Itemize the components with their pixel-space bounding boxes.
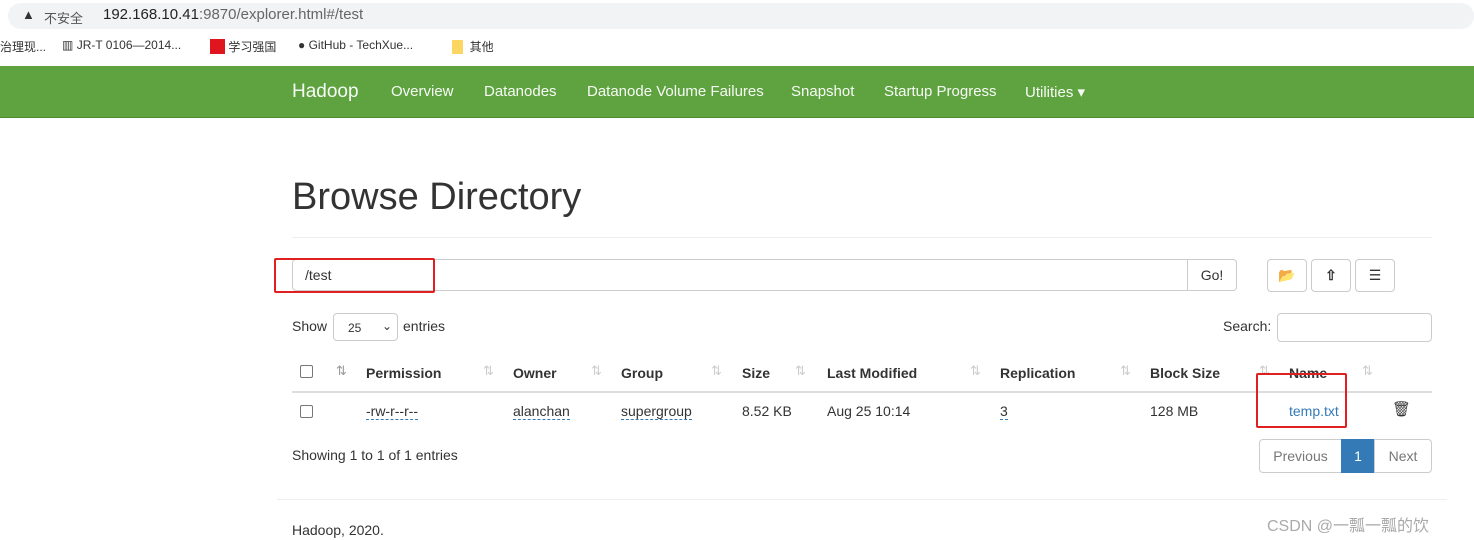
url-host: 192.168.10.41	[103, 6, 199, 23]
sort-icon[interactable]: ⇅	[336, 363, 347, 379]
bookmark[interactable]: 其他	[452, 38, 494, 55]
sort-icon: ⇅	[795, 363, 806, 378]
header-permission[interactable]: Permission	[366, 365, 441, 381]
nav-datanodes[interactable]: Datanodes	[484, 83, 557, 100]
footer-divider	[277, 499, 1447, 500]
bookmark-label: 学习强国	[228, 40, 277, 54]
sort-icon: ⇅	[1362, 363, 1373, 378]
sort-icon: ⇅	[1120, 363, 1131, 378]
nav-volume-failures[interactable]: Datanode Volume Failures	[587, 83, 764, 100]
header-group[interactable]: Group	[621, 365, 663, 381]
bookmark[interactable]: 治理现...	[0, 38, 46, 55]
bookmark-label: GitHub - TechXue...	[308, 38, 414, 52]
brand[interactable]: Hadoop	[292, 81, 359, 103]
xuexi-icon	[210, 39, 225, 54]
url: 192.168.10.41:9870/explorer.html#/test	[103, 6, 363, 23]
entries-value: 25	[348, 321, 362, 335]
upload-button[interactable]: ⇧	[1311, 259, 1351, 292]
size-cell: 8.52 KB	[742, 403, 792, 419]
book-icon: ▥	[62, 38, 74, 52]
highlight-box	[274, 258, 435, 293]
highlight-box	[1256, 373, 1347, 428]
replication-cell[interactable]: 3	[1000, 403, 1008, 420]
search-label: Search:	[1223, 318, 1272, 334]
block-size-cell: 128 MB	[1150, 403, 1199, 419]
cloud-upload-icon: ⇧	[1325, 267, 1337, 283]
warning-icon: ▲	[22, 7, 35, 22]
nav-startup-progress[interactable]: Startup Progress	[884, 83, 997, 100]
header-block-size[interactable]: Block Size	[1150, 365, 1220, 381]
nav-snapshot[interactable]: Snapshot	[791, 83, 854, 100]
previous-button[interactable]: Previous	[1259, 439, 1342, 473]
header-owner[interactable]: Owner	[513, 365, 557, 381]
page-title: Browse Directory	[292, 176, 582, 218]
modified-cell: Aug 25 10:14	[827, 403, 911, 419]
show-label: Show	[292, 318, 328, 334]
next-button[interactable]: Next	[1374, 439, 1432, 473]
url-path: :9870/explorer.html#/test	[198, 6, 364, 23]
entries-label: entries	[403, 318, 446, 334]
divider	[292, 237, 1432, 238]
list-icon: ☰	[1368, 267, 1382, 283]
header-replication[interactable]: Replication	[1000, 365, 1075, 381]
bookmark-label: 其他	[469, 40, 494, 54]
nav-utilities[interactable]: Utilities ▾	[1025, 83, 1085, 101]
permission-cell[interactable]: -rw-r--r--	[366, 403, 419, 420]
sort-icon: ⇅	[483, 363, 494, 378]
chevron-down-icon: ⌄	[382, 319, 393, 333]
go-button[interactable]: Go!	[1187, 259, 1237, 291]
row-checkbox[interactable]	[300, 405, 313, 418]
navbar: Hadoop Overview Datanodes Datanode Volum…	[0, 66, 1474, 118]
entries-select[interactable]: 25 ⌄	[333, 313, 398, 341]
header-last-modified[interactable]: Last Modified	[827, 365, 917, 381]
folder-open-icon: 📂	[1278, 267, 1296, 283]
create-directory-button[interactable]: 📂	[1267, 259, 1307, 292]
trash-icon[interactable]: 🗑	[1392, 400, 1411, 418]
sort-icon: ⇅	[591, 363, 602, 378]
github-icon: ●	[298, 38, 306, 52]
bookmark[interactable]: ▥ JR-T 0106—2014...	[62, 38, 181, 52]
bookmark[interactable]: 学习强国	[210, 38, 276, 55]
select-all-checkbox[interactable]	[300, 365, 313, 378]
footer: Hadoop, 2020.	[292, 522, 384, 538]
nav-overview[interactable]: Overview	[391, 83, 454, 100]
table-info: Showing 1 to 1 of 1 entries	[292, 447, 458, 463]
header-size[interactable]: Size	[742, 365, 770, 381]
owner-cell[interactable]: alanchan	[513, 403, 570, 420]
bookmark[interactable]: ● GitHub - TechXue...	[298, 38, 413, 52]
page-1-button[interactable]: 1	[1341, 439, 1375, 473]
sort-icon: ⇅	[711, 363, 722, 378]
sort-icon: ⇅	[970, 363, 981, 378]
group-cell[interactable]: supergroup	[621, 403, 692, 420]
security-label: 不安全	[44, 11, 84, 26]
address-bar[interactable]: ▲ 不安全 192.168.10.41:9870/explorer.html#/…	[8, 3, 1474, 29]
cut-paste-button[interactable]: ☰	[1355, 259, 1395, 292]
bookmark-label: JR-T 0106—2014...	[76, 38, 182, 52]
search-input[interactable]	[1277, 313, 1432, 342]
watermark: CSDN @一瓢一瓢的饮	[1267, 518, 1430, 535]
folder-icon	[452, 40, 463, 54]
